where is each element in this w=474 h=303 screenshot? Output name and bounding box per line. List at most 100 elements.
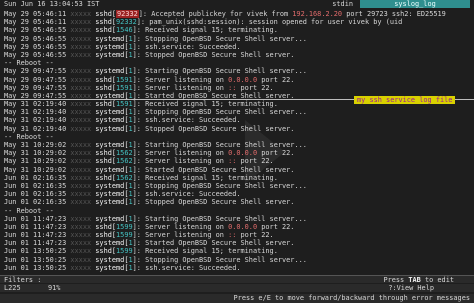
log-row[interactable]: May 29 05:46:55 xxxxx systemd[1]: ssh.se… [0, 43, 474, 51]
log-timestamp: Jun 01 13:50:25 [4, 247, 67, 256]
log-host: xxxxx [66, 10, 96, 18]
log-timestamp: May 29 05:46:55 [4, 34, 67, 43]
log-timestamp: May 31 10:29:02 [4, 149, 67, 158]
log-row[interactable]: Jun 01 13:50:25 xxxxx systemd[1]: Stoppi… [0, 256, 474, 264]
log-address: :: [228, 157, 241, 166]
log-row[interactable]: May 29 09:47:55 xxxxx sshd[1591]: Server… [0, 76, 474, 84]
log-message-tail: port 22. [240, 83, 274, 92]
log-row[interactable]: Jun 01 13:50:25 xxxxx systemd[1]: ssh.se… [0, 264, 474, 272]
log-row[interactable]: Jun 01 13:50:25 xxxxx sshd[1599]: Receiv… [0, 247, 474, 255]
log-host: xxxxx [66, 157, 96, 166]
log-row[interactable]: May 31 10:29:02 xxxxx sshd[1562]: Server… [0, 157, 474, 165]
log-row[interactable]: -- Reboot -- [0, 133, 474, 141]
log-timestamp: May 29 05:46:55 [4, 26, 67, 35]
log-message: ]: Started OpenBSD Secure Shell server. [132, 239, 295, 248]
log-pid: 1591 [116, 83, 133, 92]
hint-prefix: Press [383, 276, 409, 284]
log-row[interactable]: May 29 05:46:55 xxxxx sshd[1546]: Receiv… [0, 26, 474, 34]
log-host: xxxxx [66, 141, 96, 149]
log-host: xxxxx [66, 18, 96, 27]
log-host: xxxxx [66, 108, 96, 117]
log-message: ]: Stopping OpenBSD Secure Shell server.… [132, 108, 307, 117]
log-row[interactable]: Jun 01 11:47:23 xxxxx systemd[1]: Starte… [0, 239, 474, 247]
log-row[interactable]: May 31 10:29:02 xxxxx systemd[1]: Starte… [0, 166, 474, 174]
log-host: xxxxx [66, 198, 96, 207]
log-row[interactable]: Jun 01 11:47:23 xxxxx sshd[1599]: Server… [0, 223, 474, 231]
log-address: :: [228, 231, 241, 240]
log-row[interactable]: May 29 05:46:55 xxxxx systemd[1]: Stoppi… [0, 35, 474, 43]
log-pid: 1599 [116, 247, 133, 256]
reboot-marker: -- Reboot -- [4, 59, 54, 68]
log-timestamp: Jun 01 02:16:35 [4, 181, 67, 190]
log-timestamp: Jun 01 02:16:35 [4, 173, 67, 182]
log-message-tail: port 29723 ssh2: ED25519 [342, 10, 446, 18]
log-process: systemd[ [95, 141, 129, 149]
log-message: ]: ssh.service: Succeeded. [132, 190, 241, 199]
log-host: xxxxx [66, 214, 96, 223]
log-message: ]: Server listening on [132, 83, 229, 92]
log-row[interactable]: May 31 02:19:40 xxxxx systemd[1]: ssh.se… [0, 116, 474, 124]
log-row[interactable]: Jun 01 11:47:23 xxxxx sshd[1599]: Server… [0, 231, 474, 239]
log-message: ]: Server listening on [132, 75, 229, 84]
log-row[interactable]: -- Reboot -- [0, 207, 474, 215]
log-pid: 92332 [116, 10, 139, 18]
log-timestamp: Jun 01 13:50:25 [4, 263, 67, 272]
log-row[interactable]: Jun 01 02:16:35 xxxxx systemd[1]: Stoppe… [0, 198, 474, 206]
log-host: xxxxx [66, 67, 96, 76]
log-process: sshd[ [95, 75, 117, 84]
log-process: systemd[ [95, 116, 129, 125]
log-pid: 1599 [116, 222, 133, 231]
log-row[interactable]: May 31 10:29:02 xxxxx sshd[1562]: Server… [0, 149, 474, 157]
log-message: ]: Received signal 15; terminating. [132, 247, 278, 256]
tab-syslog-log[interactable]: syslog_log [360, 0, 470, 9]
log-pid: 92332 [116, 18, 137, 27]
bookmark-label: my ssh service log file [354, 96, 456, 105]
log-row[interactable]: May 31 02:19:40 xxxxx systemd[1]: Stoppe… [0, 125, 474, 133]
log-row[interactable]: May 29 05:46:55 xxxxx systemd[1]: Stoppe… [0, 51, 474, 59]
log-timestamp: Jun 01 13:50:25 [4, 255, 67, 264]
log-row[interactable]: -- Reboot -- [0, 59, 474, 67]
log-address: 192.168.2.20 [292, 10, 343, 18]
log-row[interactable]: May 31 10:29:02 xxxxx systemd[1]: Starti… [0, 141, 474, 149]
filters-bar[interactable]: Filters : Press TAB to edit [0, 275, 474, 284]
log-pid: 1599 [116, 231, 133, 240]
log-host: xxxxx [66, 190, 96, 199]
log-timestamp: May 29 05:46:55 [4, 50, 67, 59]
log-message: ]: Stopped OpenBSD Secure Shell server. [132, 50, 295, 59]
log-pid: 1562 [116, 157, 133, 166]
log-host: xxxxx [66, 165, 96, 174]
log-timestamp: May 29 09:47:55 [4, 67, 67, 76]
input-source: stdin [329, 0, 356, 9]
log-address: 0.0.0.0 [228, 149, 258, 158]
log-row[interactable]: Jun 01 02:16:35 xxxxx systemd[1]: ssh.se… [0, 190, 474, 198]
hint-suffix: to edit [420, 276, 454, 284]
log-message-tail: port 22. [257, 149, 295, 158]
log-timestamp: May 29 05:46:55 [4, 42, 67, 51]
log-message-tail: port 22. [240, 157, 274, 166]
log-process: systemd[ [95, 50, 129, 59]
log-pid: 1546 [116, 26, 133, 35]
log-row[interactable]: Jun 01 02:16:35 xxxxx sshd[1562]: Receiv… [0, 174, 474, 182]
log-row[interactable]: May 29 05:46:11 xxxxx sshd[92332]: Accep… [0, 10, 474, 18]
reboot-marker: -- Reboot -- [4, 132, 54, 141]
log-pid: 1591 [116, 100, 133, 109]
log-host: xxxxx [66, 173, 96, 182]
log-row[interactable]: Jun 01 02:16:35 xxxxx systemd[1]: Stoppi… [0, 182, 474, 190]
log-row[interactable]: May 29 05:46:11 xxxxx sshd[92332]: pam_u… [0, 18, 474, 26]
log-view[interactable]: May 29 05:46:11 xxxxx sshd[92332]: Accep… [0, 10, 474, 275]
log-message: ]: Received signal 15; terminating. [132, 173, 278, 182]
log-message: ]: Server listening on [132, 149, 229, 158]
log-row[interactable]: May 29 09:47:55 xxxxx systemd[1]: Starti… [0, 67, 474, 75]
log-host: xxxxx [66, 50, 96, 59]
log-message: ]: Stopping OpenBSD Secure Shell server.… [132, 181, 307, 190]
log-host: xxxxx [66, 255, 96, 264]
log-row[interactable]: Jun 01 11:47:23 xxxxx systemd[1]: Starti… [0, 215, 474, 223]
log-host: xxxxx [66, 42, 96, 51]
log-address: 0.0.0.0 [228, 222, 258, 231]
log-row[interactable]: May 29 09:47:55 xxxxx sshd[1591]: Server… [0, 84, 474, 92]
log-message: ]: Received signal 15; terminating. [132, 100, 278, 109]
hint-key: TAB [408, 276, 421, 284]
log-timestamp: May 31 10:29:02 [4, 165, 67, 174]
log-host: xxxxx [66, 26, 96, 35]
log-row[interactable]: May 31 02:19:40 xxxxx systemd[1]: Stoppi… [0, 108, 474, 116]
